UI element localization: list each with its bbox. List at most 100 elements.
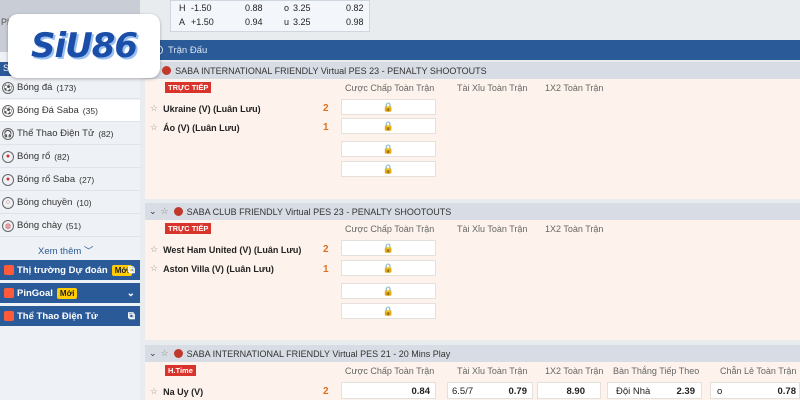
lock-icon: 🔒 bbox=[382, 242, 395, 253]
1x2-odds-cell[interactable]: 8.90 bbox=[537, 382, 601, 399]
soccer-ball-icon: ⚽ bbox=[2, 104, 14, 117]
column-header: Cược Chấp Toàn Trận bbox=[345, 366, 435, 376]
next-goal-odds-cell[interactable]: Đội Nhà 2.39 bbox=[607, 382, 702, 399]
sidebar-item-count: (27) bbox=[79, 174, 95, 185]
league-header[interactable]: ☆SABA INTERNATIONAL FRIENDLY Virtual PES… bbox=[145, 62, 800, 79]
column-header: Cược Chấp Toàn Trận bbox=[345, 83, 435, 93]
promo-label: PinGoal bbox=[17, 287, 53, 299]
star-icon[interactable]: ☆ bbox=[161, 206, 169, 217]
odds-side: o bbox=[284, 3, 290, 13]
top-odds-panel: H -1.50 0.88 o 3.25 0.82 A +1.50 0.94 u … bbox=[170, 0, 370, 32]
sidebar-item-bong-ro[interactable]: ● Bóng rổ (82) bbox=[0, 146, 140, 168]
league-flag-icon bbox=[173, 349, 183, 358]
volleyball-icon: ○ bbox=[2, 196, 14, 209]
odds-value[interactable]: 0.94 bbox=[245, 17, 263, 27]
sidebar-item-the-thao-dien-tu[interactable]: 🎧 Thể Thao Điện Tử (82) bbox=[0, 123, 140, 145]
sidebar-item-bong-da[interactable]: ⚽ Bóng đá (173) bbox=[0, 77, 140, 99]
odds-line: -1.50 bbox=[191, 3, 212, 13]
sidebar-item-bong-chay[interactable]: ◍ Bóng chày (51) bbox=[0, 215, 140, 237]
lock-icon: 🔒 bbox=[382, 262, 395, 273]
sidebar-item-bong-chuyen[interactable]: ○ Bóng chuyền (10) bbox=[0, 192, 140, 214]
column-header: 1X2 Toàn Trận bbox=[545, 83, 604, 93]
basketball-icon: ● bbox=[2, 173, 14, 186]
sidebar-item-label: Bóng chuyền bbox=[17, 197, 73, 208]
odds-line: +1.50 bbox=[191, 17, 214, 27]
team-row[interactable]: ☆ Ukraine (V) (Luân Lưu) bbox=[150, 103, 261, 114]
lock-icon: 🔒 bbox=[382, 120, 395, 131]
match-card: TRỰC TIẾP Cược Chấp Toàn Trận Tài Xỉu To… bbox=[145, 79, 800, 199]
star-icon[interactable]: ☆ bbox=[150, 103, 158, 114]
team-name: Aston Villa (V) (Luân Lưu) bbox=[163, 263, 274, 274]
odds-row: H -1.50 0.88 o 3.25 0.82 bbox=[171, 3, 371, 17]
odds-value: 8.90 bbox=[566, 386, 586, 397]
column-header: Tài Xỉu Toàn Trận bbox=[457, 366, 528, 376]
basketball-icon: ● bbox=[2, 150, 14, 163]
see-more-link[interactable]: Xem thêm ﹀ bbox=[38, 243, 93, 257]
match-card: H.Time Cược Chấp Toàn Trận Tài Xỉu Toàn … bbox=[145, 362, 800, 400]
locked-odds-cell: 🔒 bbox=[341, 283, 436, 299]
team-name: West Ham United (V) (Luân Lưu) bbox=[163, 244, 302, 255]
team-row[interactable]: ☆ West Ham United (V) (Luân Lưu) bbox=[150, 244, 301, 255]
column-header: 1X2 Toàn Trận bbox=[545, 224, 604, 234]
new-badge: Mới bbox=[56, 287, 78, 299]
locked-odds-cell: 🔒 bbox=[341, 260, 436, 276]
brand-logo[interactable]: SiU86 bbox=[8, 14, 160, 78]
team-score: 2 bbox=[323, 103, 329, 114]
odds-value: 0.79 bbox=[508, 386, 528, 397]
star-icon[interactable]: ☆ bbox=[161, 348, 169, 359]
live-badge: TRỰC TIẾP bbox=[165, 82, 212, 93]
team-row[interactable]: ☆ Na Uy (V) bbox=[150, 386, 203, 397]
over-under-odds-cell[interactable]: 6.5/7 0.79 bbox=[447, 382, 533, 399]
esports-button[interactable]: Thể Thao Điện Tử ⧉ bbox=[0, 306, 140, 326]
odds-value[interactable]: 0.88 bbox=[245, 3, 263, 13]
sidebar-item-bong-da-saba[interactable]: ⚽ Bóng Đá Saba (35) bbox=[0, 100, 140, 122]
chevron-down-icon[interactable]: ⌄ bbox=[149, 206, 157, 217]
odds-label: Đội Nhà bbox=[616, 386, 651, 397]
sidebar-item-label: Bóng Đá Saba bbox=[17, 105, 79, 116]
locked-odds-cell: 🔒 bbox=[341, 240, 436, 256]
odds-value: 0.84 bbox=[411, 386, 431, 397]
odds-value[interactable]: 0.82 bbox=[346, 3, 364, 13]
league-flag-icon bbox=[173, 207, 183, 216]
promo-label: Thể Thao Điện Tử bbox=[17, 310, 98, 322]
odd-even-odds-cell[interactable]: o 0.78 bbox=[710, 382, 800, 399]
column-header: 1X2 Toàn Trận bbox=[545, 366, 604, 376]
locked-odds-cell: 🔒 bbox=[341, 118, 436, 134]
sidebar-item-bong-ro-saba[interactable]: ● Bóng rổ Saba (27) bbox=[0, 169, 140, 191]
prediction-market-button[interactable]: Thị trường Dự đoán Mới ⧉ bbox=[0, 260, 140, 280]
league-header[interactable]: ⌄ ☆ SABA CLUB FRIENDLY Virtual PES 23 - PE… bbox=[145, 203, 800, 220]
league-name: SABA CLUB FRIENDLY Virtual PES 23 - PENA… bbox=[186, 206, 452, 217]
page-title: Trận Đấu bbox=[168, 44, 208, 56]
odds-value: 0.78 bbox=[777, 386, 797, 397]
league-header[interactable]: ⌄ ☆ SABA INTERNATIONAL FRIENDLY Virtual PE… bbox=[145, 345, 800, 362]
team-name: Áo (V) (Luân Lưu) bbox=[163, 122, 240, 133]
odds-value[interactable]: 0.98 bbox=[346, 17, 364, 27]
lock-icon: 🔒 bbox=[382, 305, 395, 316]
external-link-icon: ⧉ bbox=[127, 264, 135, 276]
chevron-down-icon[interactable]: ⌄ bbox=[149, 348, 157, 359]
star-icon[interactable]: ☆ bbox=[150, 122, 158, 133]
odds-line: 3.25 bbox=[293, 17, 311, 27]
sidebar-item-count: (82) bbox=[54, 151, 70, 162]
star-icon[interactable]: ☆ bbox=[150, 263, 158, 274]
team-row[interactable]: ☆ Aston Villa (V) (Luân Lưu) bbox=[150, 263, 274, 274]
lock-icon: 🔒 bbox=[382, 163, 395, 174]
lock-icon: 🔒 bbox=[382, 101, 395, 112]
team-row[interactable]: ☆ Áo (V) (Luân Lưu) bbox=[150, 122, 240, 133]
odds-side: A bbox=[179, 17, 186, 27]
sidebar-item-count: (82) bbox=[98, 128, 114, 139]
league-name: SABA INTERNATIONAL FRIENDLY Virtual PES … bbox=[175, 65, 487, 76]
sidebar-item-count: (35) bbox=[82, 105, 98, 116]
team-name: Na Uy (V) bbox=[163, 386, 204, 397]
star-icon[interactable]: ☆ bbox=[150, 386, 158, 397]
star-icon[interactable]: ☆ bbox=[150, 244, 158, 255]
logo-text: SiU86 bbox=[30, 26, 138, 66]
handicap-odds-cell[interactable]: 0.84 bbox=[341, 382, 436, 399]
locked-odds-cell: 🔒 bbox=[341, 161, 436, 177]
odds-line: 3.25 bbox=[293, 3, 311, 13]
baseball-icon: ◍ bbox=[2, 219, 14, 232]
odds-label: o bbox=[717, 386, 723, 397]
pingoal-button[interactable]: PinGoal Mới ⌄ bbox=[0, 283, 140, 303]
column-header: Tài Xỉu Toàn Trận bbox=[457, 224, 528, 234]
sidebar-item-label: Bóng rổ Saba bbox=[17, 174, 76, 185]
